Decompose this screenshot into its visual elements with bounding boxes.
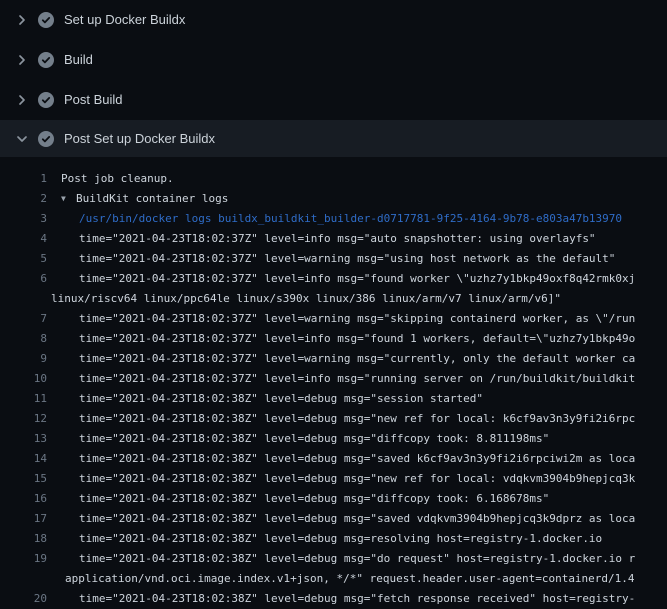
log-line-text: time="2021-04-23T18:02:38Z" level=debug … [79,529,602,549]
log-line-text: time="2021-04-23T18:02:38Z" level=debug … [79,389,483,409]
log-line: 12 time="2021-04-23T18:02:38Z" level=deb… [0,409,667,429]
log-line-number[interactable]: 16 [0,489,47,509]
log-line-number[interactable]: 13 [0,429,47,449]
log-line-number[interactable]: 7 [0,309,47,329]
log-line: 11 time="2021-04-23T18:02:38Z" level=deb… [0,389,667,409]
chevron-icon [14,92,30,108]
step-title: Set up Docker Buildx [64,12,185,28]
log-line-text: linux/riscv64 linux/ppc64le linux/s390x … [51,289,561,309]
chevron-icon [14,52,30,68]
log-line: 19 time="2021-04-23T18:02:38Z" level=deb… [0,549,667,569]
log-line: 15 time="2021-04-23T18:02:38Z" level=deb… [0,469,667,489]
log-line-number[interactable]: 5 [0,249,47,269]
log-line-text: time="2021-04-23T18:02:37Z" level=info m… [79,229,596,249]
log-line: 5 time="2021-04-23T18:02:37Z" level=warn… [0,249,667,269]
log-line: 13 time="2021-04-23T18:02:38Z" level=deb… [0,429,667,449]
log-line-text: time="2021-04-23T18:02:38Z" level=debug … [79,509,635,529]
log-line-number[interactable]: 3 [0,209,47,229]
group-expander-icon[interactable]: ▼ [61,189,70,209]
success-check-icon [38,92,54,108]
log-line: 3 /usr/bin/docker logs buildx_buildkit_b… [0,209,667,229]
log-line-number[interactable]: 10 [0,369,47,389]
step-header-build[interactable]: Build [0,40,667,80]
log-line: 9 time="2021-04-23T18:02:37Z" level=warn… [0,349,667,369]
log-line: application/vnd.oci.image.index.v1+json,… [0,569,667,589]
log-line-text: time="2021-04-23T18:02:37Z" level=info m… [79,369,635,389]
log-line-number[interactable]: 17 [0,509,47,529]
log-line: linux/riscv64 linux/ppc64le linux/s390x … [0,289,667,309]
step-title: Post Build [64,92,123,108]
step-title: Build [64,52,93,68]
log-line-number[interactable]: 18 [0,529,47,549]
log-line: 7 time="2021-04-23T18:02:37Z" level=warn… [0,309,667,329]
log-line-number[interactable]: 1 [0,169,47,189]
log-line: 17 time="2021-04-23T18:02:38Z" level=deb… [0,509,667,529]
log-line-text: Post job cleanup. [61,169,174,189]
log-line-text: time="2021-04-23T18:02:38Z" level=debug … [79,409,635,429]
log-line-text: time="2021-04-23T18:02:38Z" level=debug … [79,589,635,609]
log-line-number[interactable]: 12 [0,409,47,429]
log-line: 14 time="2021-04-23T18:02:38Z" level=deb… [0,449,667,469]
step-header-post-set-up-docker-buildx[interactable]: Post Set up Docker Buildx [0,120,667,157]
log-line-number[interactable]: 11 [0,389,47,409]
step-title: Post Set up Docker Buildx [64,131,215,147]
log-line-number[interactable]: 9 [0,349,47,369]
log-line-text: time="2021-04-23T18:02:37Z" level=warnin… [79,249,615,269]
log-line: 6 time="2021-04-23T18:02:37Z" level=info… [0,269,667,289]
workflow-log-viewer: Set up Docker Buildx Build Post Buil [0,0,667,609]
log-line-text: time="2021-04-23T18:02:37Z" level=info m… [79,269,635,289]
log-line-number[interactable]: 6 [0,269,47,289]
log-line: 2 ▼ BuildKit container logs [0,189,667,209]
log-line-text: time="2021-04-23T18:02:38Z" level=debug … [79,449,635,469]
log-line: 4 time="2021-04-23T18:02:37Z" level=info… [0,229,667,249]
log-line: 20 time="2021-04-23T18:02:38Z" level=deb… [0,589,667,609]
log-line-number[interactable]: 8 [0,329,47,349]
log-line-number[interactable]: 4 [0,229,47,249]
log-output: 1 Post job cleanup. 2 ▼ BuildKit contain… [0,157,667,609]
chevron-icon [14,131,30,147]
log-line: 16 time="2021-04-23T18:02:38Z" level=deb… [0,489,667,509]
success-check-icon [38,52,54,68]
step-header-set-up-docker-buildx[interactable]: Set up Docker Buildx [0,0,667,40]
log-line-text: BuildKit container logs [76,189,228,209]
log-line-text: time="2021-04-23T18:02:37Z" level=warnin… [79,349,635,369]
log-line-number[interactable]: 14 [0,449,47,469]
log-line-text: application/vnd.oci.image.index.v1+json,… [65,569,635,589]
log-line-text: time="2021-04-23T18:02:38Z" level=debug … [79,469,635,489]
log-line-text: time="2021-04-23T18:02:38Z" level=debug … [79,429,549,449]
log-line: 18 time="2021-04-23T18:02:38Z" level=deb… [0,529,667,549]
log-line-number[interactable]: 20 [0,589,47,609]
log-line-text: /usr/bin/docker logs buildx_buildkit_bui… [79,209,622,229]
log-line: 8 time="2021-04-23T18:02:37Z" level=info… [0,329,667,349]
log-line-text: time="2021-04-23T18:02:38Z" level=debug … [79,489,549,509]
log-line: 1 Post job cleanup. [0,169,667,189]
log-line-text: time="2021-04-23T18:02:37Z" level=info m… [79,329,635,349]
log-line: 10 time="2021-04-23T18:02:37Z" level=inf… [0,369,667,389]
log-line-number[interactable]: 15 [0,469,47,489]
success-check-icon [38,12,54,28]
log-line-text: time="2021-04-23T18:02:38Z" level=debug … [79,549,635,569]
step-header-post-build[interactable]: Post Build [0,80,667,120]
success-check-icon [38,131,54,147]
log-line-number[interactable]: 2 [0,189,47,209]
chevron-icon [14,12,30,28]
step-list: Set up Docker Buildx Build Post Buil [0,0,667,157]
log-line-number[interactable]: 19 [0,549,47,569]
log-line-text: time="2021-04-23T18:02:37Z" level=warnin… [79,309,635,329]
